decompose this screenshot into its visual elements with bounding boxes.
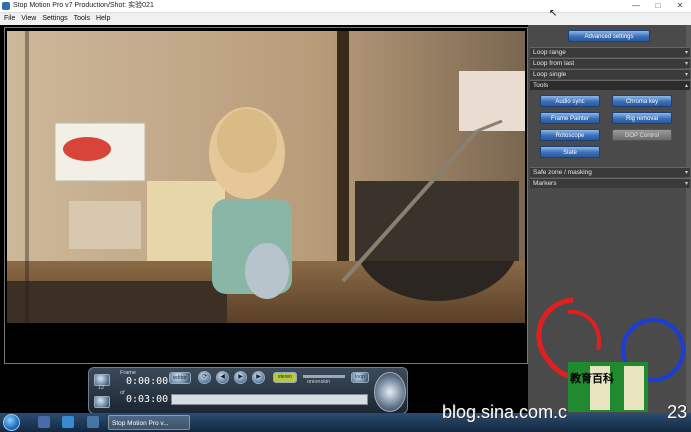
dop-control-button[interactable]: DOP Control [612, 129, 672, 141]
play-icon[interactable]: ▶ [234, 371, 247, 384]
frame-painter-button[interactable]: Frame Painter [540, 112, 600, 124]
expand-arrow-icon: ▾ [684, 72, 688, 78]
section-loop-range[interactable]: Loop range ▾ [530, 47, 690, 57]
app-icon [2, 2, 10, 10]
window-title: Stop Motion Pro v7 Production/Shot: 实验02… [13, 2, 154, 9]
frame-counter: 0:00:00 [126, 376, 169, 387]
window-controls: — □ ✕ [625, 0, 691, 12]
total-frames: 0:03:00 [126, 394, 169, 405]
menu-tools[interactable]: Tools [74, 13, 90, 25]
chroma-key-button[interactable]: Chroma key [612, 95, 672, 107]
taskbar-task-label: Stop Motion Pro v... [112, 420, 169, 427]
menu-file[interactable]: File [4, 13, 15, 25]
step-forward-icon[interactable]: ▶ [252, 371, 265, 384]
section-loop-from-last[interactable]: Loop from last ▾ [530, 58, 690, 68]
watermark-text: blog.sina.com.c 23 [442, 402, 687, 423]
watermark-suffix: 23 [667, 402, 688, 422]
jog-wheel[interactable] [374, 372, 406, 412]
section-safe-zone-label: Safe zone / masking [533, 169, 592, 176]
section-loop-from-last-label: Loop from last [533, 60, 575, 67]
menu-settings[interactable]: Settings [42, 13, 67, 25]
taskbar-app-icon[interactable] [38, 416, 50, 428]
expand-arrow-icon: ▾ [684, 50, 688, 56]
section-tools-label: Tools [533, 82, 549, 89]
taskbar-app-icon[interactable] [62, 416, 74, 428]
stereo-toggle[interactable]: stereo [273, 372, 297, 383]
mouse-cursor-icon: ↖ [549, 8, 558, 19]
expand-arrow-icon: ▾ [684, 181, 688, 187]
loop-button[interactable]: loop [351, 372, 369, 383]
rotoscope-button[interactable]: Rotoscope [540, 129, 600, 141]
advanced-settings-button[interactable]: Advanced settings [568, 30, 650, 42]
start-button[interactable] [3, 414, 20, 431]
capture-viewport[interactable] [4, 27, 528, 364]
loop-icon[interactable]: ⟳ [198, 371, 211, 384]
title-bar: Stop Motion Pro v7 Production/Shot: 实验02… [0, 0, 691, 13]
menu-view[interactable]: View [21, 13, 36, 25]
taskbar-stop-motion-pro[interactable]: Stop Motion Pro v... [108, 415, 190, 430]
maximize-button[interactable]: □ [647, 0, 669, 12]
watermark-url: blog.sina.com.c [442, 402, 568, 422]
menu-help[interactable]: Help [96, 13, 110, 25]
playback-control-bar: 12 Frame 0:00:00 of 0:03:00 editor ⟳ ◀ ▶… [88, 367, 408, 414]
watermark-logo-text: 教育百科 [570, 373, 614, 385]
onionskin-label: onionskin [307, 379, 331, 385]
step-back-icon[interactable]: ◀ [216, 371, 229, 384]
watermark-logo [536, 297, 685, 412]
rig-removal-button[interactable]: Rig removal [612, 112, 672, 124]
audio-sync-button[interactable]: Audio sync [540, 95, 600, 107]
close-button[interactable]: ✕ [669, 0, 691, 12]
onionskin-slider[interactable] [303, 375, 345, 378]
of-label: of [120, 390, 125, 396]
minimize-button[interactable]: — [625, 0, 647, 12]
timeline-scrubber[interactable] [171, 394, 368, 405]
section-tools[interactable]: Tools ▴ [530, 80, 690, 90]
section-loop-single-label: Loop single [533, 71, 567, 78]
menu-bar: File View Settings Tools Help [0, 13, 691, 25]
collapse-arrow-icon: ▴ [684, 83, 688, 89]
editor-button[interactable]: editor [169, 372, 191, 384]
section-safe-zone[interactable]: Safe zone / masking ▾ [530, 167, 690, 177]
section-markers-label: Markers [533, 180, 557, 187]
section-markers[interactable]: Markers ▾ [530, 178, 690, 188]
taskbar-app-icon[interactable] [87, 416, 99, 428]
expand-arrow-icon: ▾ [684, 170, 688, 176]
camera-icon[interactable] [94, 396, 110, 408]
section-loop-single[interactable]: Loop single ▾ [530, 69, 690, 79]
camera-frame-image [7, 31, 525, 323]
expand-arrow-icon: ▾ [684, 61, 688, 67]
section-loop-range-label: Loop range [533, 49, 566, 56]
slate-button[interactable]: Slate [540, 146, 600, 158]
fps-value: 12 [98, 385, 105, 391]
